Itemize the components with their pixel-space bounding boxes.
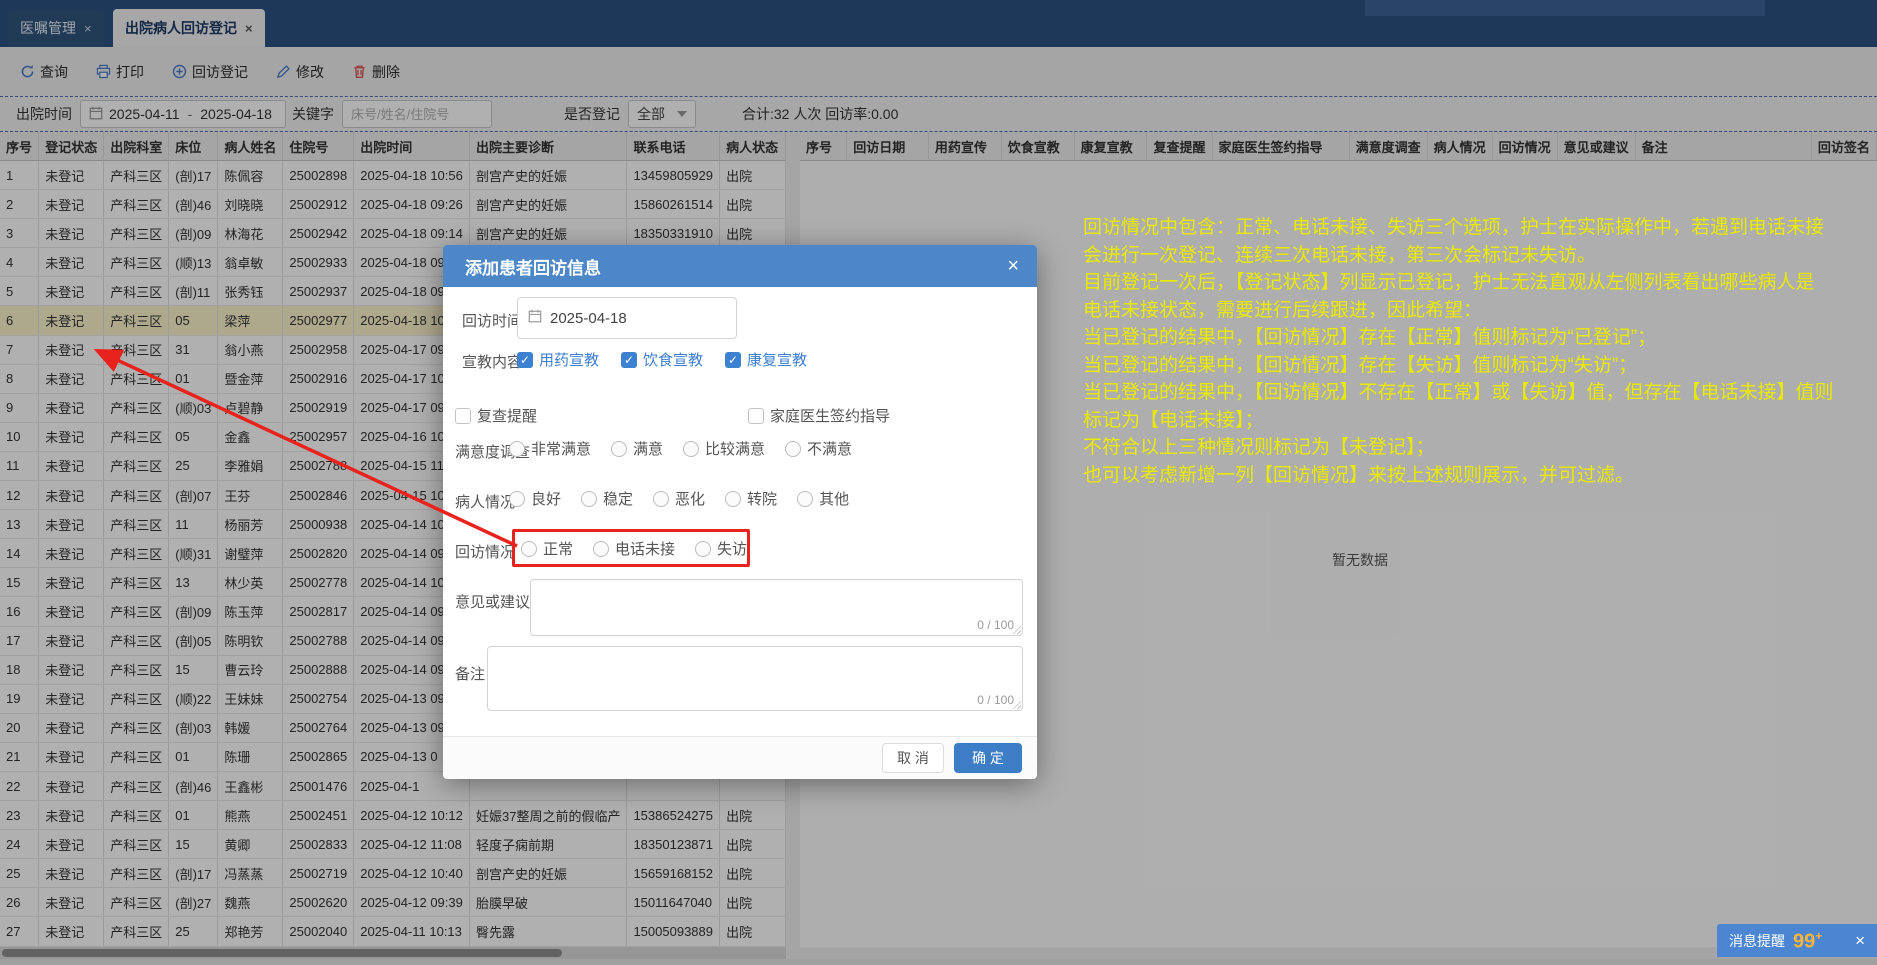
remark-label: 备注 (455, 666, 486, 683)
checkbox-option[interactable]: ✓ 用药宣教 (517, 349, 599, 370)
radio-icon[interactable] (695, 540, 712, 557)
checkbox-icon[interactable]: ✓ (621, 351, 638, 368)
radio-icon[interactable] (725, 490, 742, 507)
radio-icon[interactable] (509, 440, 525, 457)
radio-icon[interactable] (611, 440, 628, 457)
close-icon[interactable]: × (1855, 931, 1865, 951)
radio-icon[interactable] (683, 440, 700, 457)
checkbox-icon[interactable]: ✓ (725, 351, 742, 368)
education-checkbox-group: ✓ 用药宣教 ✓ 饮食宣教 ✓ 康复宣教 (517, 349, 807, 370)
radio-option[interactable]: 正常 (521, 538, 573, 559)
family-doctor-checkbox[interactable]: 家庭医生签约指导 (748, 405, 890, 426)
radio-option[interactable]: 不满意 (785, 438, 852, 459)
visit-date-value: 2025-04-18 (550, 309, 627, 327)
opinion-label: 意见或建议 (455, 594, 531, 611)
dialog-footer: 取 消 确 定 (443, 736, 1037, 779)
dialog-title: 添加患者回访信息 (465, 258, 601, 278)
radio-option[interactable]: 满意 (611, 438, 663, 459)
checkbox-option[interactable]: ✓ 康复宣教 (725, 349, 807, 370)
checkbox-option[interactable]: ✓ 饮食宣教 (621, 349, 703, 370)
calendar-icon (528, 309, 542, 327)
radio-icon[interactable] (581, 490, 598, 507)
confirm-button[interactable]: 确 定 (954, 743, 1022, 773)
radio-option[interactable]: 转院 (725, 488, 777, 509)
followup-result-label: 回访情况 (455, 544, 516, 561)
remark-textarea-wrap: 0 / 100 (487, 646, 1023, 711)
remark-counter: 0 / 100 (977, 693, 1014, 707)
message-badge-label: 消息提醒 (1729, 932, 1785, 949)
patient-condition-label: 病人情况 (455, 494, 516, 511)
radio-option[interactable]: 比较满意 (683, 438, 765, 459)
radio-icon[interactable] (797, 490, 814, 507)
radio-icon[interactable] (509, 490, 525, 507)
radio-option[interactable]: 恶化 (653, 488, 705, 509)
dialog-header: 添加患者回访信息 × (443, 245, 1037, 287)
radio-icon[interactable] (521, 540, 537, 557)
message-badge[interactable]: 消息提醒 99+ × (1717, 924, 1877, 957)
checkbox-icon[interactable]: ✓ (517, 351, 533, 368)
patient-condition-radio-group: 良好 稳定 恶化 转院 其他 (509, 488, 849, 509)
education-label: 宣教内容 (462, 354, 523, 371)
opinion-counter: 0 / 100 (977, 618, 1014, 632)
message-count: 99+ (1793, 928, 1823, 953)
satisfaction-radio-group: 非常满意 满意 比较满意 不满意 (509, 438, 852, 459)
opinion-textarea-wrap: 0 / 100 (530, 579, 1023, 636)
radio-option[interactable]: 失访 (695, 538, 747, 559)
radio-icon[interactable] (593, 540, 610, 557)
remark-textarea[interactable] (488, 647, 1022, 710)
radio-icon[interactable] (785, 440, 802, 457)
visit-date-input[interactable]: 2025-04-18 (517, 297, 737, 339)
add-followup-dialog: 添加患者回访信息 × 回访时间 2025-04-18 宣教内容 ✓ 用药宣教 ✓ 饮食… (443, 245, 1037, 779)
radio-icon[interactable] (653, 490, 670, 507)
followup-result-radio-group: 正常 电话未接 失访 (521, 538, 747, 559)
review-reminder-checkbox[interactable]: 复查提醒 (455, 405, 537, 426)
checkbox-icon[interactable] (455, 407, 471, 424)
checkbox-icon[interactable] (748, 407, 764, 424)
radio-option[interactable]: 电话未接 (593, 538, 675, 559)
radio-option[interactable]: 非常满意 (509, 438, 591, 459)
radio-option[interactable]: 其他 (797, 488, 849, 509)
cancel-button[interactable]: 取 消 (882, 743, 944, 773)
opinion-textarea[interactable] (531, 580, 1022, 635)
visit-time-label: 回访时间 (462, 313, 523, 330)
close-icon[interactable]: × (1007, 256, 1019, 276)
radio-option[interactable]: 良好 (509, 488, 561, 509)
radio-option[interactable]: 稳定 (581, 488, 633, 509)
